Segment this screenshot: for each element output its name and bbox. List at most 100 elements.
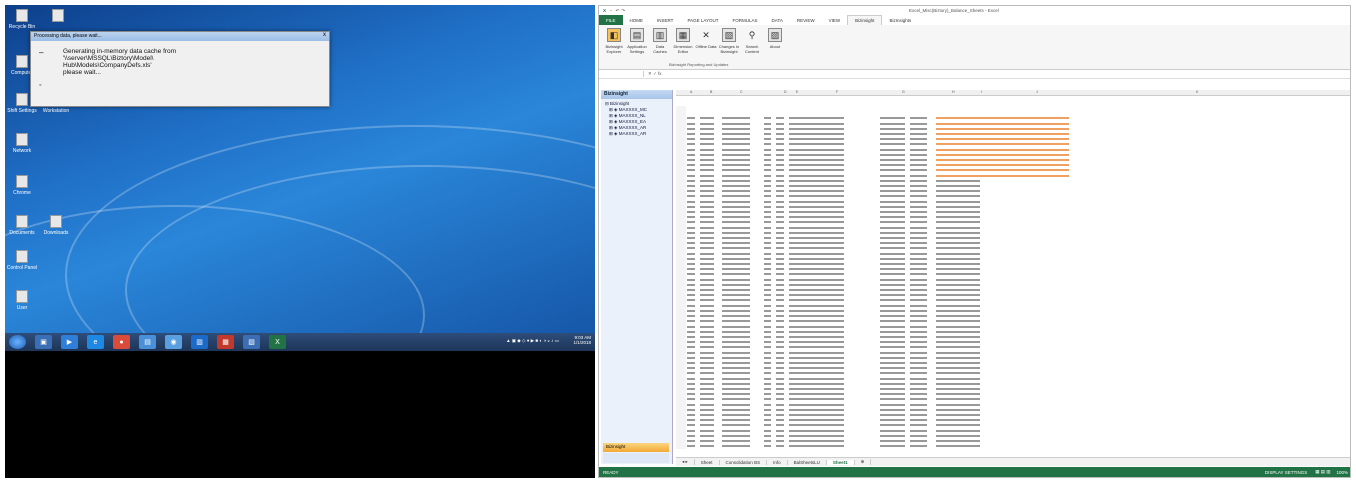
tab-file[interactable]: FILE: [599, 15, 623, 25]
redo-icon[interactable]: ↷: [621, 8, 625, 14]
ie-icon[interactable]: e: [87, 335, 104, 349]
excel-logo-icon: X: [603, 8, 607, 13]
explorer-icon[interactable]: ▣: [35, 335, 52, 349]
table-cell[interactable]: [686, 444, 699, 449]
formula-bar: ✕ ✓ fx: [599, 70, 1350, 79]
table-row[interactable]: [676, 142, 1085, 148]
close-icon[interactable]: x: [323, 32, 326, 38]
sheet-tab[interactable]: BalSheetsLU: [788, 459, 827, 465]
info-icon: ◦: [39, 82, 42, 89]
scroll-left-icon[interactable]: ◂ ▸: [676, 459, 695, 465]
dimension-editor-button[interactable]: ▦ Dimension Editor: [672, 28, 694, 66]
desktop-icon[interactable]: Control Panel: [5, 250, 45, 271]
col-header[interactable]: B: [710, 90, 712, 94]
table-cell[interactable]: [721, 444, 763, 449]
desktop-icon[interactable]: Chrome: [5, 175, 45, 196]
tab-data[interactable]: DATA: [765, 18, 790, 23]
pdf-icon[interactable]: ▦: [217, 335, 234, 349]
status-text: READY: [603, 469, 619, 475]
tab-insert[interactable]: INSERT: [650, 18, 680, 23]
tab-formulas[interactable]: FORMULAS: [726, 18, 765, 23]
table-cell[interactable]: [676, 444, 686, 450]
display-settings[interactable]: DISPLAY SETTINGS: [1265, 470, 1307, 475]
media-icon[interactable]: ▶: [61, 335, 78, 349]
about-button[interactable]: ▨ About: [764, 28, 786, 66]
app-icon[interactable]: ▥: [191, 335, 208, 349]
app-icon[interactable]: ◉: [165, 335, 182, 349]
tab-page-layout[interactable]: PAGE LAYOUT: [680, 18, 725, 23]
ribbon-tabs: FILE HOME INSERT PAGE LAYOUT FORMULAS DA…: [599, 15, 1350, 25]
tab-bizinsight[interactable]: Bizinsight: [847, 15, 883, 25]
col-header[interactable]: I: [981, 90, 982, 94]
table-cell[interactable]: [699, 444, 721, 449]
table-cell[interactable]: [935, 142, 1085, 147]
excel-window: X ▫ ↶ ↷ Excel_Misc(Biztory)_Balance_Shee…: [598, 5, 1351, 478]
tree-item[interactable]: ⊞ ◈ MAXXXX_AR: [605, 131, 668, 137]
table-cell[interactable]: [935, 444, 1085, 449]
desktop-icon[interactable]: Downloads: [33, 215, 79, 236]
table-cell[interactable]: [868, 444, 906, 449]
col-header[interactable]: H: [952, 90, 955, 94]
ribbon-group-label: Bizinsight Reporting and Updates: [669, 62, 729, 67]
desktop-icon[interactable]: User: [5, 290, 45, 311]
pane-footer-tools[interactable]: [603, 453, 669, 463]
col-header[interactable]: E: [796, 90, 798, 94]
dialog-title: Processing data, please wait...: [31, 32, 329, 41]
col-header[interactable]: D: [784, 90, 787, 94]
desktop-icon[interactable]: [35, 9, 81, 24]
col-header[interactable]: J: [1036, 90, 1038, 94]
data-caches-button[interactable]: ▥ Data Caches: [649, 28, 671, 66]
table-cell[interactable]: [909, 444, 935, 449]
spreadsheet-grid[interactable]: A B C D E F G H I J K: [676, 90, 1350, 461]
title-bar: X ▫ ↶ ↷ Excel_Misc(Biztory)_Balance_Shee…: [599, 6, 1350, 15]
table-cell[interactable]: [935, 116, 1085, 121]
info-icon: ▨: [768, 28, 782, 42]
column-headers: A B C D E F G H I J K: [676, 90, 1350, 96]
chrome-icon[interactable]: ●: [113, 335, 130, 349]
col-header[interactable]: C: [740, 90, 743, 94]
info-icon: –: [39, 48, 44, 57]
app-icon[interactable]: ▤: [139, 335, 156, 349]
changes-button[interactable]: ▧ Changes In Bizinsight: [718, 28, 740, 66]
tab-home[interactable]: HOME: [623, 18, 651, 23]
close-icon: ✕: [702, 29, 710, 40]
excel-icon[interactable]: X: [269, 335, 286, 349]
sheet-tab[interactable]: Consolidation BS: [720, 459, 768, 465]
data-table: [676, 106, 1085, 450]
save-icon[interactable]: ▫: [610, 8, 612, 13]
table-row[interactable]: [676, 444, 1085, 450]
table-row[interactable]: [676, 168, 1085, 174]
offline-button[interactable]: ✕ Offline Data: [695, 28, 717, 66]
sheet-tab-active[interactable]: Sheet1: [826, 459, 855, 465]
left-monitor: Recycle Bin Computer Shift Settings Work…: [5, 5, 595, 478]
table-cell[interactable]: [935, 168, 1085, 173]
search-button[interactable]: ⚲ Search Content: [741, 28, 763, 66]
tab-bizinsights[interactable]: BizInsights: [882, 18, 918, 23]
clock[interactable]: 9:03 AM 1/1/2018: [573, 335, 591, 345]
tab-review[interactable]: REVIEW: [790, 18, 822, 23]
col-header[interactable]: K: [1196, 90, 1198, 94]
sheet-tab[interactable]: Info: [767, 459, 788, 465]
system-tray[interactable]: ▲ ▣ ◆ ◇ ● ▶ ■ ◐ ◑ ◒ ♪ ▭: [506, 338, 559, 344]
settings-button[interactable]: ▤ Application Settings: [626, 28, 648, 66]
app-icon[interactable]: ▧: [243, 335, 260, 349]
explorer-button[interactable]: ◧ Bizinsight Explorer: [603, 28, 625, 66]
tab-view[interactable]: VIEW: [822, 18, 848, 23]
table-cell[interactable]: [775, 444, 788, 449]
zoom-level[interactable]: 100%: [1336, 470, 1348, 475]
start-icon[interactable]: [9, 335, 26, 349]
table-cell[interactable]: [763, 444, 775, 449]
taskbar: ▣ ▶ e ● ▤ ◉ ▥ ▦ ▧ X ▲ ▣ ◆ ◇ ● ▶ ■ ◐ ◑ ◒ …: [5, 333, 595, 351]
sheet-tab[interactable]: Sheet: [695, 459, 720, 465]
col-header[interactable]: G: [902, 90, 905, 94]
col-header[interactable]: F: [836, 90, 838, 94]
col-header[interactable]: A: [690, 90, 692, 94]
add-sheet-icon[interactable]: ⊕: [855, 459, 872, 465]
table-cell[interactable]: [788, 444, 868, 449]
desktop-icon[interactable]: Network: [5, 133, 45, 154]
undo-icon[interactable]: ↶: [616, 8, 620, 14]
view-icon[interactable]: ▦ ▤ ▥: [1315, 469, 1330, 475]
pane-footer[interactable]: Bizinsight: [603, 443, 669, 452]
desktop: Recycle Bin Computer Shift Settings Work…: [5, 5, 595, 333]
table-row[interactable]: [676, 116, 1085, 122]
